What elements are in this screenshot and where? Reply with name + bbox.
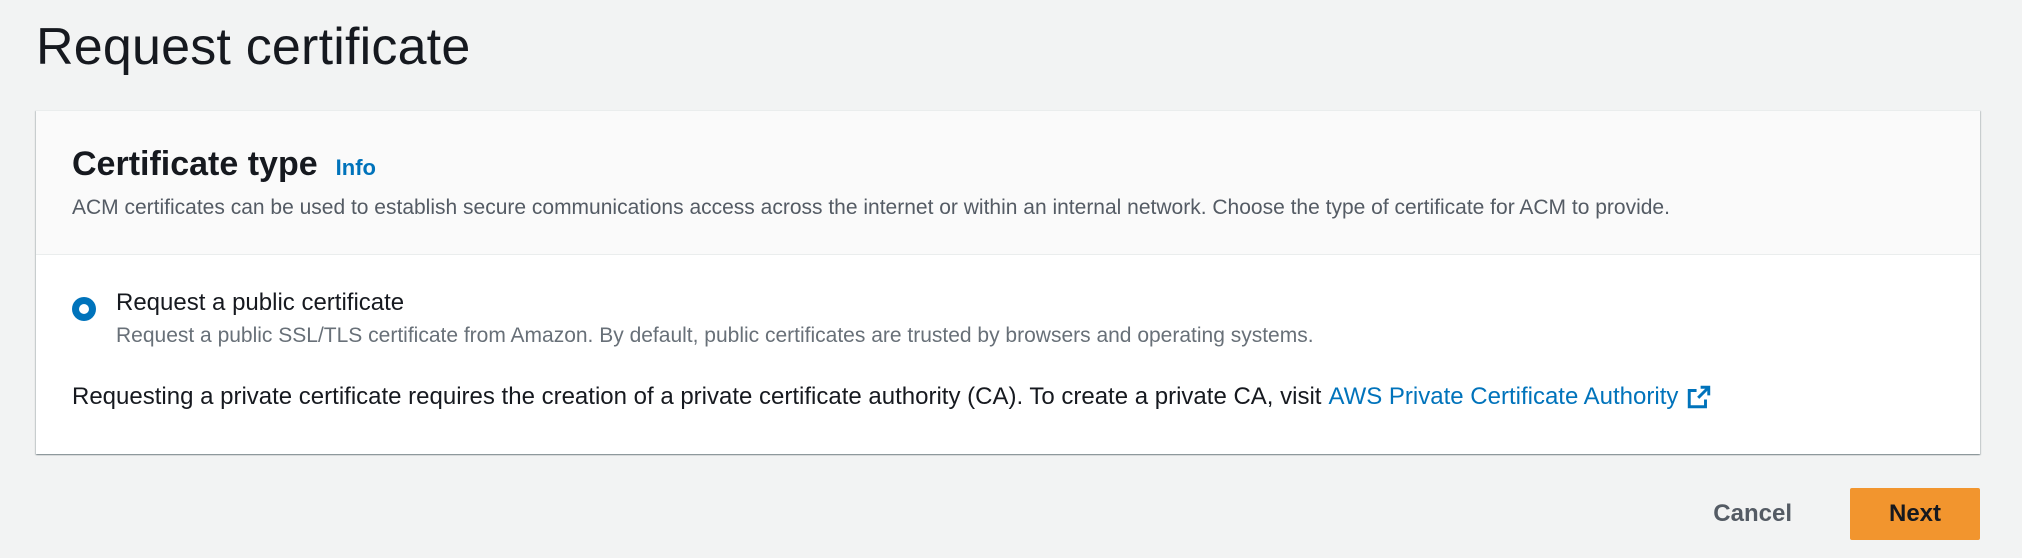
info-link[interactable]: Info xyxy=(336,155,376,181)
panel-title-row: Certificate type Info xyxy=(72,143,376,185)
panel-header: Certificate type Info ACM certificates c… xyxy=(36,111,1980,255)
page-title: Request certificate xyxy=(36,18,471,76)
radio-text: Request a public certificate Request a p… xyxy=(116,285,1314,351)
panel-title: Certificate type xyxy=(72,145,318,183)
public-certificate-radio[interactable] xyxy=(72,297,96,321)
aws-private-ca-link[interactable]: AWS Private Certificate Authority xyxy=(1328,379,1678,415)
next-button[interactable]: Next xyxy=(1850,488,1980,540)
form-actions: Cancel Next xyxy=(1693,488,1980,540)
certificate-type-panel: Certificate type Info ACM certificates c… xyxy=(36,110,1980,454)
private-note-text: Requesting a private certificate require… xyxy=(72,383,1322,410)
public-certificate-option[interactable]: Request a public certificate Request a p… xyxy=(72,285,1314,351)
public-certificate-label[interactable]: Request a public certificate xyxy=(116,285,1314,321)
external-link-icon[interactable] xyxy=(1686,384,1712,410)
cancel-button[interactable]: Cancel xyxy=(1693,488,1812,540)
radio-selected-dot xyxy=(79,304,89,314)
private-certificate-note: Requesting a private certificate require… xyxy=(72,379,1712,415)
public-certificate-description: Request a public SSL/TLS certificate fro… xyxy=(116,324,1314,347)
panel-description: ACM certificates can be used to establis… xyxy=(72,196,1670,219)
